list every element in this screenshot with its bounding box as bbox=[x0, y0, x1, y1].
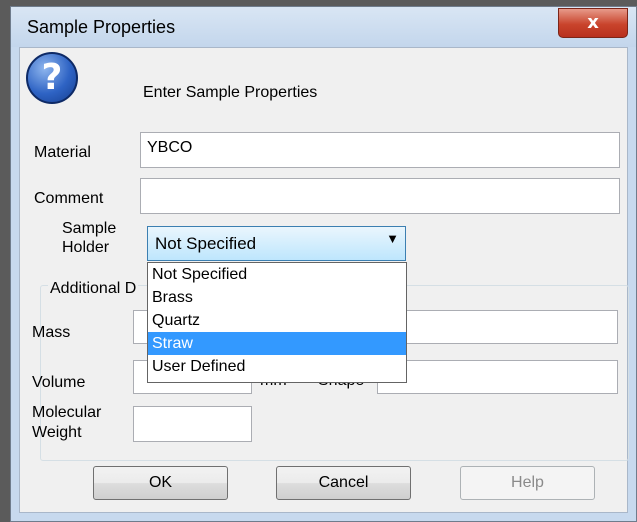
holder-option-user-defined[interactable]: User Defined bbox=[148, 355, 406, 378]
question-icon: ? bbox=[26, 52, 78, 104]
volume-label: Volume bbox=[32, 374, 86, 391]
material-input[interactable]: YBCO bbox=[140, 132, 620, 168]
holder-option-quartz[interactable]: Quartz bbox=[148, 309, 406, 332]
holder-option-brass[interactable]: Brass bbox=[148, 286, 406, 309]
material-value: YBCO bbox=[147, 139, 193, 156]
cancel-button[interactable]: Cancel bbox=[276, 466, 411, 500]
window-title: Sample Properties bbox=[27, 17, 176, 37]
dialog-body: ? Enter Sample Properties Material YBCO … bbox=[19, 47, 629, 513]
help-button[interactable]: Help bbox=[460, 466, 595, 500]
comment-label: Comment bbox=[34, 190, 104, 207]
sample-holder-label-line1: Sample bbox=[62, 220, 117, 237]
mass-label: Mass bbox=[32, 324, 71, 341]
holder-option-not-specified[interactable]: Not Specified bbox=[148, 263, 406, 286]
molecular-weight-label-line1: Molecular bbox=[32, 404, 102, 421]
close-icon: x bbox=[587, 12, 599, 33]
molecular-weight-input[interactable] bbox=[133, 406, 252, 442]
ok-button[interactable]: OK bbox=[93, 466, 228, 500]
sample-holder-label-line2: Holder bbox=[62, 239, 110, 256]
molecular-weight-label-line2: Weight bbox=[32, 424, 82, 441]
sample-holder-selected-value: Not Specified bbox=[155, 234, 257, 253]
chevron-down-icon[interactable]: ▼ bbox=[386, 231, 399, 246]
shape-input[interactable] bbox=[377, 360, 618, 394]
holder-option-straw[interactable]: Straw bbox=[148, 332, 406, 355]
additional-group-title: Additional D bbox=[48, 280, 139, 298]
dialog-heading: Enter Sample Properties bbox=[143, 84, 318, 101]
mass-extra-input[interactable] bbox=[377, 310, 618, 344]
dialog-window: Sample Properties x ? Enter Sample Prope… bbox=[10, 6, 637, 522]
comment-input[interactable] bbox=[140, 178, 620, 214]
close-button[interactable]: x bbox=[558, 8, 628, 38]
title-bar[interactable]: Sample Properties x bbox=[11, 7, 636, 47]
sample-holder-dropdown: Not Specified Brass Quartz Straw User De… bbox=[147, 262, 407, 383]
sample-holder-select[interactable]: Not Specified ▼ bbox=[147, 226, 406, 261]
material-label: Material bbox=[34, 144, 91, 161]
